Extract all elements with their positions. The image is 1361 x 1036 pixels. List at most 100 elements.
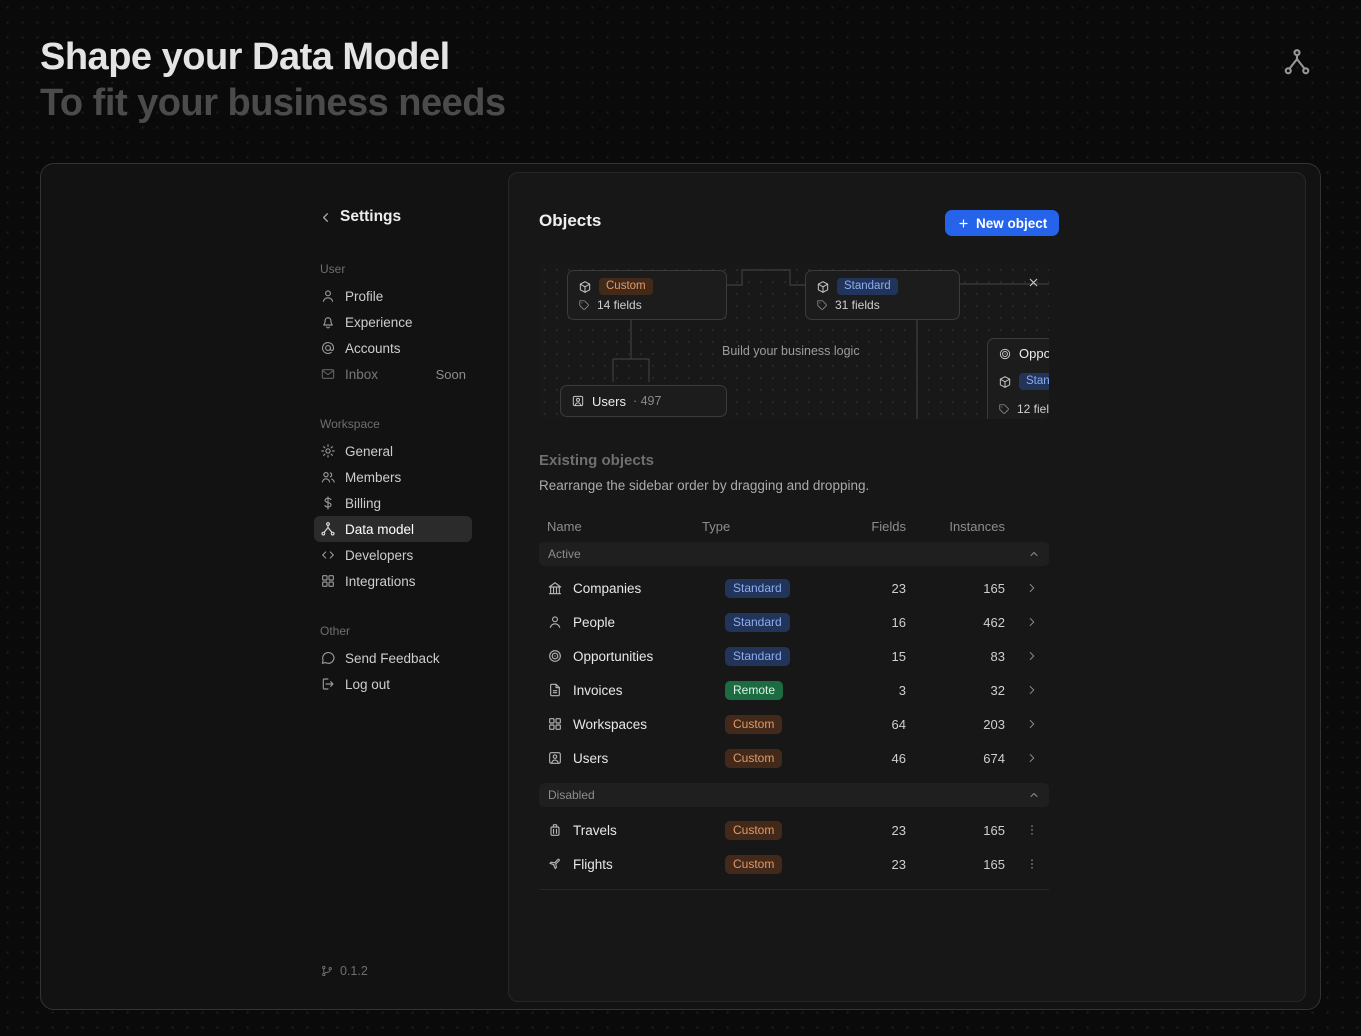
sidebar-item-label: Profile — [345, 289, 383, 304]
sidebar-item-label: Send Feedback — [345, 651, 440, 666]
object-row-users[interactable]: Users Custom 46 674 — [539, 741, 1049, 775]
delete-connection-icon[interactable] — [1027, 276, 1040, 289]
cube-icon — [816, 280, 830, 294]
instances-value: 462 — [910, 615, 1015, 630]
type-badge: Custom — [599, 278, 653, 295]
object-row-invoices[interactable]: Invoices Remote 3 32 — [539, 673, 1049, 707]
chevron-right-icon[interactable] — [1025, 581, 1039, 595]
sidebar-item-integrations[interactable]: Integrations — [314, 568, 472, 594]
chevron-right-icon[interactable] — [1025, 649, 1039, 663]
instances-value: 165 — [910, 581, 1015, 596]
sidebar-item-label: Inbox — [345, 367, 378, 382]
kebab-menu-icon[interactable] — [1025, 823, 1039, 837]
column-name: Name — [539, 519, 702, 534]
sidebar-item-log-out[interactable]: Log out — [314, 671, 472, 697]
group-label: Disabled — [548, 788, 595, 802]
plane-icon — [547, 856, 563, 872]
type-badge: Standard — [725, 579, 790, 598]
kebab-menu-icon[interactable] — [1025, 857, 1039, 871]
column-fields: Fields — [835, 519, 910, 534]
object-row-travels[interactable]: Travels Custom 23 165 — [539, 813, 1049, 847]
mail-icon — [320, 366, 336, 382]
canvas-node-custom[interactable]: Custom 14 fields — [567, 270, 727, 320]
type-badge: Custom — [725, 855, 782, 874]
canvas-node-opportunities[interactable]: Opportunities Standard 12 fields — [987, 338, 1049, 419]
fields-value: 16 — [835, 615, 910, 630]
group-header-disabled[interactable]: Disabled — [539, 783, 1049, 807]
settings-back-button[interactable]: Settings — [318, 208, 401, 226]
sidebar-item-experience[interactable]: Experience — [314, 309, 472, 335]
object-row-flights[interactable]: Flights Custom 23 165 — [539, 847, 1049, 881]
object-row-opportunities[interactable]: Opportunities Standard 15 83 — [539, 639, 1049, 673]
sidebar-item-send-feedback[interactable]: Send Feedback — [314, 645, 472, 671]
user-icon — [320, 288, 336, 304]
instances-value: 203 — [910, 717, 1015, 732]
sidebar-item-members[interactable]: Members — [314, 464, 472, 490]
target-icon — [547, 648, 563, 664]
gear-icon — [320, 443, 336, 459]
objects-panel: Objects New object Custom 14 fields — [508, 172, 1306, 1002]
chevron-right-icon[interactable] — [1025, 683, 1039, 697]
sidebar-item-label: Developers — [345, 548, 413, 563]
settings-sidebar: Settings User Profile Experience Account… — [314, 164, 484, 1009]
object-name: Companies — [573, 581, 641, 596]
objects-table: Name Type Fields Instances Active Compan… — [539, 513, 1049, 890]
object-row-workspaces[interactable]: Workspaces Custom 64 203 — [539, 707, 1049, 741]
user-icon — [547, 614, 563, 630]
existing-objects-subtitle: Rearrange the sidebar order by dragging … — [539, 478, 869, 493]
node-name: Users — [592, 394, 626, 409]
fields-value: 23 — [835, 581, 910, 596]
group-header-active[interactable]: Active — [539, 542, 1049, 566]
building-icon — [547, 580, 563, 596]
sidebar-item-billing[interactable]: Billing — [314, 490, 472, 516]
file-icon — [547, 682, 563, 698]
instances-value: 674 — [910, 751, 1015, 766]
object-name: Invoices — [573, 683, 623, 698]
dollar-icon — [320, 495, 336, 511]
chat-bubble-icon — [320, 650, 336, 666]
canvas-node-users[interactable]: Users · 497 — [560, 385, 727, 417]
chevron-right-icon[interactable] — [1025, 751, 1039, 765]
sidebar-item-label: Members — [345, 470, 401, 485]
instances-value: 83 — [910, 649, 1015, 664]
version-number: 0.1.2 — [340, 964, 368, 978]
cube-icon — [578, 280, 592, 294]
instances-value: 165 — [910, 857, 1015, 872]
new-object-button[interactable]: New object — [945, 210, 1059, 236]
data-model-canvas[interactable]: Custom 14 fields Standard 31 fields Buil… — [539, 264, 1049, 419]
user-box-icon — [547, 750, 563, 766]
sidebar-item-accounts[interactable]: Accounts — [314, 335, 472, 361]
code-icon — [320, 547, 336, 563]
object-name: People — [573, 615, 615, 630]
data-model-icon — [320, 521, 336, 537]
fields-value: 23 — [835, 857, 910, 872]
at-sign-icon — [320, 340, 336, 356]
sidebar-item-profile[interactable]: Profile — [314, 283, 472, 309]
fields-value: 64 — [835, 717, 910, 732]
sidebar-item-general[interactable]: General — [314, 438, 472, 464]
sidebar-item-label: General — [345, 444, 393, 459]
sidebar-item-developers[interactable]: Developers — [314, 542, 472, 568]
sidebar-item-inbox[interactable]: Inbox Soon — [314, 361, 472, 387]
fields-value: 46 — [835, 751, 910, 766]
panel-title: Objects — [539, 211, 601, 231]
object-row-companies[interactable]: Companies Standard 23 165 — [539, 571, 1049, 605]
section-label-other: Other — [314, 624, 472, 639]
sidebar-item-data-model[interactable]: Data model — [314, 516, 472, 542]
type-badge: Standard — [1019, 373, 1049, 390]
table-header: Name Type Fields Instances — [539, 513, 1049, 539]
chevron-right-icon[interactable] — [1025, 615, 1039, 629]
chevron-right-icon[interactable] — [1025, 717, 1039, 731]
git-branch-icon — [320, 964, 334, 978]
fields-count: 14 fields — [597, 298, 642, 312]
canvas-node-standard[interactable]: Standard 31 fields — [805, 270, 960, 320]
type-badge: Standard — [725, 613, 790, 632]
data-model-icon — [1282, 47, 1312, 77]
sidebar-item-label: Integrations — [345, 574, 416, 589]
object-name: Travels — [573, 823, 617, 838]
app-version: 0.1.2 — [320, 964, 368, 978]
sidebar-item-label: Data model — [345, 522, 414, 537]
object-row-people[interactable]: People Standard 16 462 — [539, 605, 1049, 639]
users-icon — [320, 469, 336, 485]
type-badge: Custom — [725, 715, 782, 734]
